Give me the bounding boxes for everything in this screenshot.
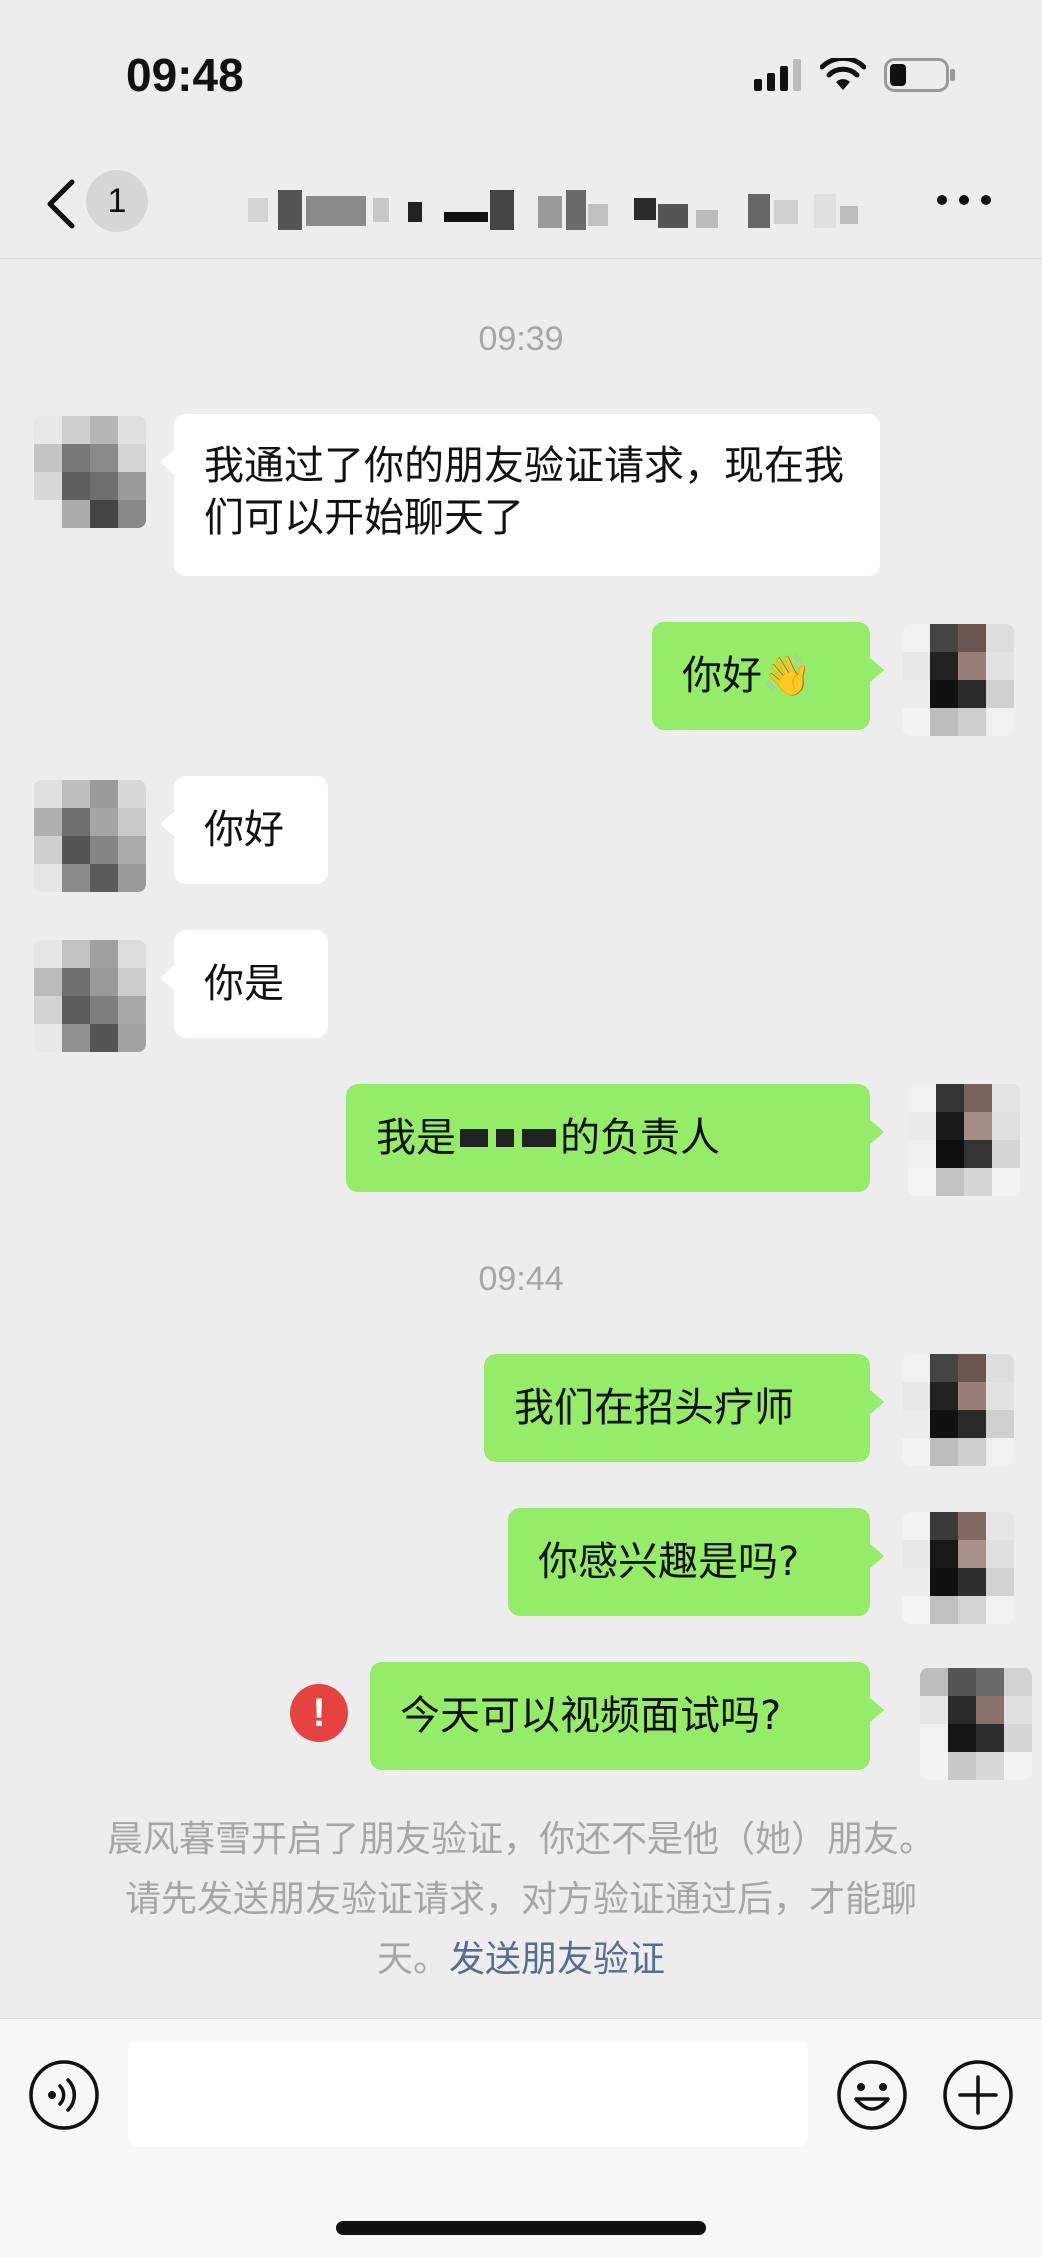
message-bubble-outgoing[interactable]: 今天可以视频面试吗? — [370, 1662, 884, 1770]
voice-icon[interactable] — [28, 2059, 100, 2131]
redaction-mark — [522, 1129, 556, 1147]
wifi-icon — [820, 58, 866, 90]
send-friend-verification-link[interactable]: 发送朋友验证 — [449, 1939, 665, 1980]
chevron-left-icon[interactable] — [42, 178, 82, 230]
chat-header: 1 — [0, 150, 1042, 259]
chat-input-bar — [0, 2018, 1042, 2257]
avatar[interactable] — [34, 940, 146, 1052]
home-indicator — [336, 2221, 706, 2235]
message-bubble-outgoing[interactable]: 你感兴趣是吗? — [508, 1508, 884, 1616]
message-bubble-outgoing[interactable]: 我们在招头疗师 — [484, 1354, 884, 1462]
plus-icon[interactable] — [942, 2059, 1014, 2131]
cellular-signal-icon — [754, 59, 801, 91]
avatar[interactable] — [908, 1084, 1020, 1196]
unread-count-badge[interactable]: 1 — [86, 170, 148, 232]
message-bubble-outgoing[interactable]: 我是 的负责人 — [346, 1084, 884, 1192]
avatar[interactable] — [34, 416, 146, 528]
avatar[interactable] — [34, 780, 146, 892]
avatar[interactable] — [920, 1668, 1032, 1780]
status-bar: 09:48 — [0, 0, 1042, 150]
message-input[interactable] — [128, 2041, 808, 2147]
message-timestamp: 09:39 — [478, 320, 564, 358]
battery-icon — [884, 58, 955, 92]
avatar[interactable] — [902, 1354, 1014, 1466]
message-timestamp: 09:44 — [478, 1260, 564, 1298]
more-dots-icon[interactable] — [934, 188, 994, 212]
avatar[interactable] — [902, 624, 1014, 736]
message-text-start: 我是 — [376, 1115, 456, 1161]
redaction-mark — [496, 1129, 514, 1147]
emoji-icon[interactable] — [836, 2059, 908, 2131]
message-bubble-incoming[interactable]: 你是 — [160, 930, 328, 1038]
error-icon[interactable]: ! — [290, 1684, 348, 1742]
status-time: 09:48 — [126, 49, 244, 101]
status-icons — [754, 58, 956, 92]
message-bubble-incoming[interactable]: 你好 — [160, 776, 328, 884]
message-bubble-incoming[interactable]: 我通过了你的朋友验证请求，现在我们可以开始聊天了 — [160, 414, 880, 576]
redaction-mark — [460, 1129, 488, 1147]
friend-verification-notice: 晨风暮雪开启了朋友验证，你还不是他（她）朋友。请先发送朋友验证请求，对方验证通过… — [96, 1810, 946, 1990]
avatar[interactable] — [902, 1512, 1014, 1624]
message-bubble-outgoing[interactable]: 你好👋 — [652, 622, 884, 730]
message-text-end: 的负责人 — [560, 1115, 720, 1161]
chat-title-pixelated — [248, 190, 858, 230]
